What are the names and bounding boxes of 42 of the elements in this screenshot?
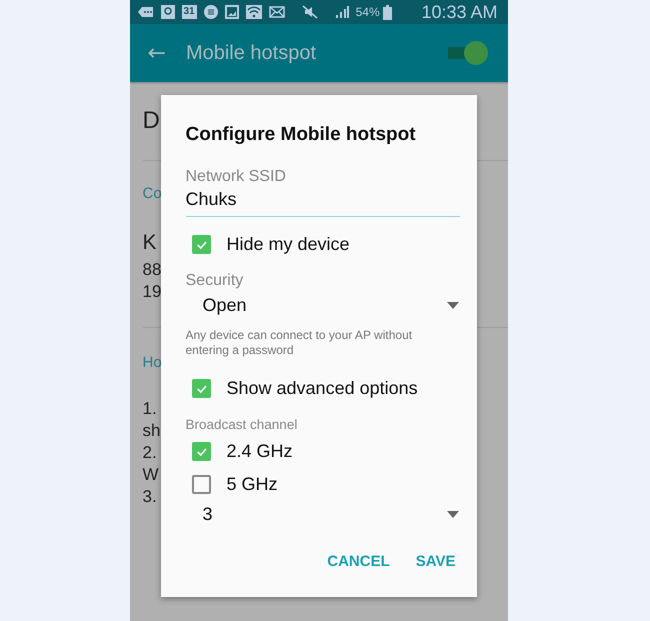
mail-icon [268,6,285,18]
ssid-input-field[interactable]: Chuks [186,186,460,217]
caret-icon [446,511,458,518]
calendar-icon: 31 [182,5,197,19]
page-heading: D [142,107,160,135]
body-text: 2. [142,442,157,464]
body-text: K [142,230,157,256]
checkbox[interactable] [192,379,210,398]
dialog-title: Configure Mobile hotspot [186,124,416,146]
checkbox[interactable] [192,235,210,254]
signal-icon [334,5,349,19]
body-text: 19 [142,281,162,303]
section-header: Ho [142,353,162,373]
caret-icon [446,302,458,309]
message-icon [204,5,218,19]
security-dropdown[interactable]: Open [202,295,458,316]
battery-icon [382,4,392,20]
mute-icon [302,5,318,19]
security-note: Any device can connect to your AP without entering a password [186,328,414,358]
checkbox-label: Hide my device [226,234,350,255]
body-text: W [142,464,159,486]
body-text: sh [142,420,160,442]
channel-dropdown[interactable]: 3 [202,504,458,525]
body-text: 3. [142,486,157,508]
section-header: Co [142,184,162,204]
chat-bubble-icon [138,6,154,18]
battery-level: 54% [356,5,380,19]
body-text: 1. [142,398,157,420]
status-time: 10:33 AM [421,2,498,22]
field-label: Network SSID [186,168,286,186]
field-label: Broadcast channel [186,417,298,432]
checkbox[interactable] [192,442,210,461]
app-icon [160,5,174,19]
checkbox-label: 2.4 GHz [226,441,293,462]
body-text: 88 [142,259,162,281]
checkbox-label: Show advanced options [226,378,418,399]
checkbox[interactable] [192,475,210,494]
screen-title: Mobile hotspot [186,42,318,64]
image-icon [224,5,239,19]
field-label: Security [186,272,244,290]
wifi-icon [246,5,262,19]
checkbox-label: 5 GHz [226,474,278,495]
